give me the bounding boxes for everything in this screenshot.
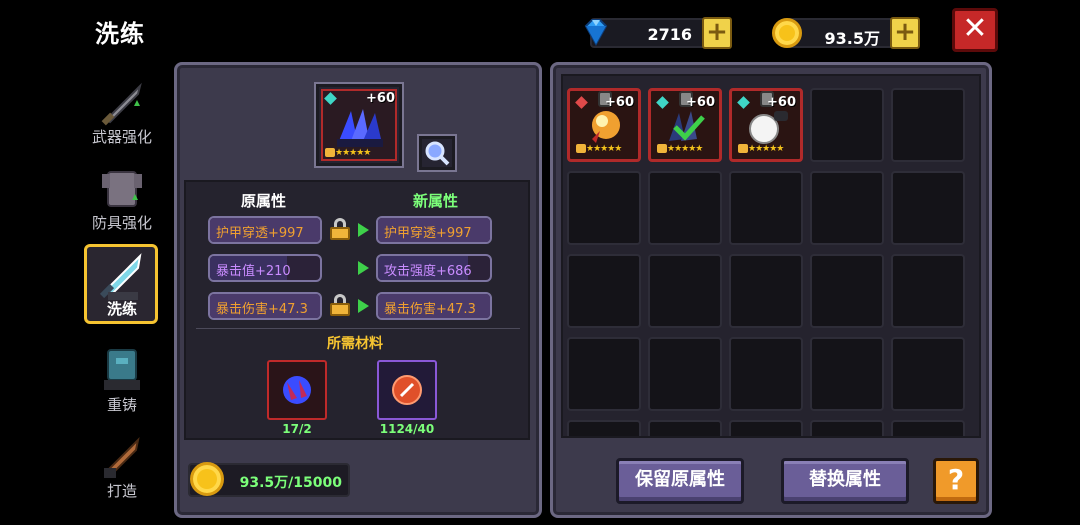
item-stars: ★★★★★	[335, 148, 371, 158]
inventory-slot[interactable]: +60 ★★★★★	[648, 88, 722, 162]
armor-upgrade-icon	[94, 162, 150, 218]
coin-icon	[772, 18, 802, 48]
nav-weapon-upgrade[interactable]: 武器强化	[85, 76, 159, 147]
replace-attribute-button[interactable]: 替换属性	[781, 458, 909, 504]
inventory-slot[interactable]	[891, 420, 965, 436]
add-coins-button[interactable]: +	[890, 17, 920, 49]
coin-icon	[190, 462, 224, 496]
selected-item-slot[interactable]: +60 ★★★★★	[316, 84, 402, 166]
white-orb-icon	[749, 111, 788, 144]
nav-recast[interactable]: 重铸	[85, 344, 159, 415]
divider	[196, 328, 520, 329]
lock-icon	[738, 144, 748, 153]
inventory-slot[interactable]	[567, 337, 641, 411]
inventory-slot[interactable]	[891, 254, 965, 328]
inventory-slot[interactable]	[891, 171, 965, 245]
material-slot-2[interactable]	[377, 360, 437, 420]
materials-title: 所需材料	[327, 336, 383, 352]
inventory-slot[interactable]	[648, 420, 722, 436]
dark-claw-icon	[337, 109, 383, 147]
keep-original-button[interactable]: 保留原属性	[616, 458, 744, 504]
inventory-slot[interactable]	[810, 88, 884, 162]
arrow-right-icon	[358, 223, 369, 237]
lock-icon	[576, 144, 586, 153]
magnifier-icon	[425, 141, 450, 166]
gold-cost-value: 93.5万/15000	[239, 475, 342, 491]
sword-upgrade-icon	[94, 76, 150, 132]
page-title: 洗练	[95, 20, 145, 48]
forge-icon	[94, 430, 150, 486]
inventory-grid: +60 ★★★★★ +60 ★★★★★ +60 ★★★★★	[561, 74, 981, 438]
inventory-slot[interactable]	[648, 254, 722, 328]
add-gems-button[interactable]: +	[702, 17, 732, 49]
inventory-slot[interactable]: +60 ★★★★★	[567, 88, 641, 162]
golden-fist-icon	[592, 111, 620, 143]
inventory-slot[interactable]	[891, 88, 965, 162]
material-slot-1[interactable]	[267, 360, 327, 420]
recast-icon	[94, 344, 150, 400]
inventory-slot[interactable]	[567, 254, 641, 328]
original-attr-title: 原属性	[241, 192, 287, 210]
close-button[interactable]: ✕	[952, 8, 998, 52]
inventory-slot[interactable]	[810, 337, 884, 411]
original-attr-3: 暴击伤害+47.3	[208, 292, 322, 320]
nav-armor-upgrade[interactable]: 防具强化	[85, 162, 159, 233]
red-stone-material-icon	[392, 375, 422, 405]
inventory-slot[interactable]	[729, 171, 803, 245]
inventory-slot[interactable]	[729, 420, 803, 436]
gem-amount: 2716	[647, 25, 692, 44]
inventory-slot[interactable]	[729, 254, 803, 328]
inspect-button[interactable]	[419, 136, 455, 170]
original-attr-2: 暴击值+210	[208, 254, 322, 282]
item-level: +60	[366, 91, 395, 106]
new-attr-3: 暴击伤害+47.3	[376, 292, 492, 320]
coin-amount: 93.5万	[824, 29, 880, 48]
nav-forge[interactable]: 打造	[85, 430, 159, 501]
nav-refine[interactable]: 洗练	[85, 248, 159, 319]
new-attr-1: 护甲穿透+997	[376, 216, 492, 244]
original-attr-1: 护甲穿透+997	[208, 216, 322, 244]
inventory-slot[interactable]	[648, 171, 722, 245]
arrow-right-icon	[358, 261, 369, 275]
new-attr-2: 攻击强度+686	[376, 254, 492, 282]
coin-counter: 93.5万 +	[772, 17, 920, 49]
dark-claw-icon	[669, 111, 705, 141]
inventory-slot[interactable]	[567, 171, 641, 245]
attr-lock-icon[interactable]	[330, 294, 350, 316]
inventory-slot[interactable]	[567, 420, 641, 436]
arrow-right-icon	[358, 299, 369, 313]
refine-icon	[94, 248, 150, 304]
lock-icon	[657, 144, 667, 153]
new-attr-title: 新属性	[413, 192, 459, 210]
blue-claw-material-icon	[283, 376, 311, 404]
inventory-slot[interactable]	[810, 171, 884, 245]
material-count-2: 1124/40	[379, 422, 435, 436]
inventory-slot[interactable]	[810, 254, 884, 328]
gem-counter: 2716 +	[584, 17, 732, 49]
inventory-slot[interactable]: +60 ★★★★★	[729, 88, 803, 162]
help-button[interactable]: ?	[933, 458, 979, 504]
material-count-1: 17/2	[282, 422, 312, 436]
inventory-slot[interactable]	[729, 337, 803, 411]
inventory-slot[interactable]	[810, 420, 884, 436]
attr-lock-icon[interactable]	[330, 218, 350, 240]
lock-icon	[325, 148, 335, 157]
inventory-slot[interactable]	[648, 337, 722, 411]
diamond-icon	[584, 19, 608, 47]
inventory-slot[interactable]	[891, 337, 965, 411]
